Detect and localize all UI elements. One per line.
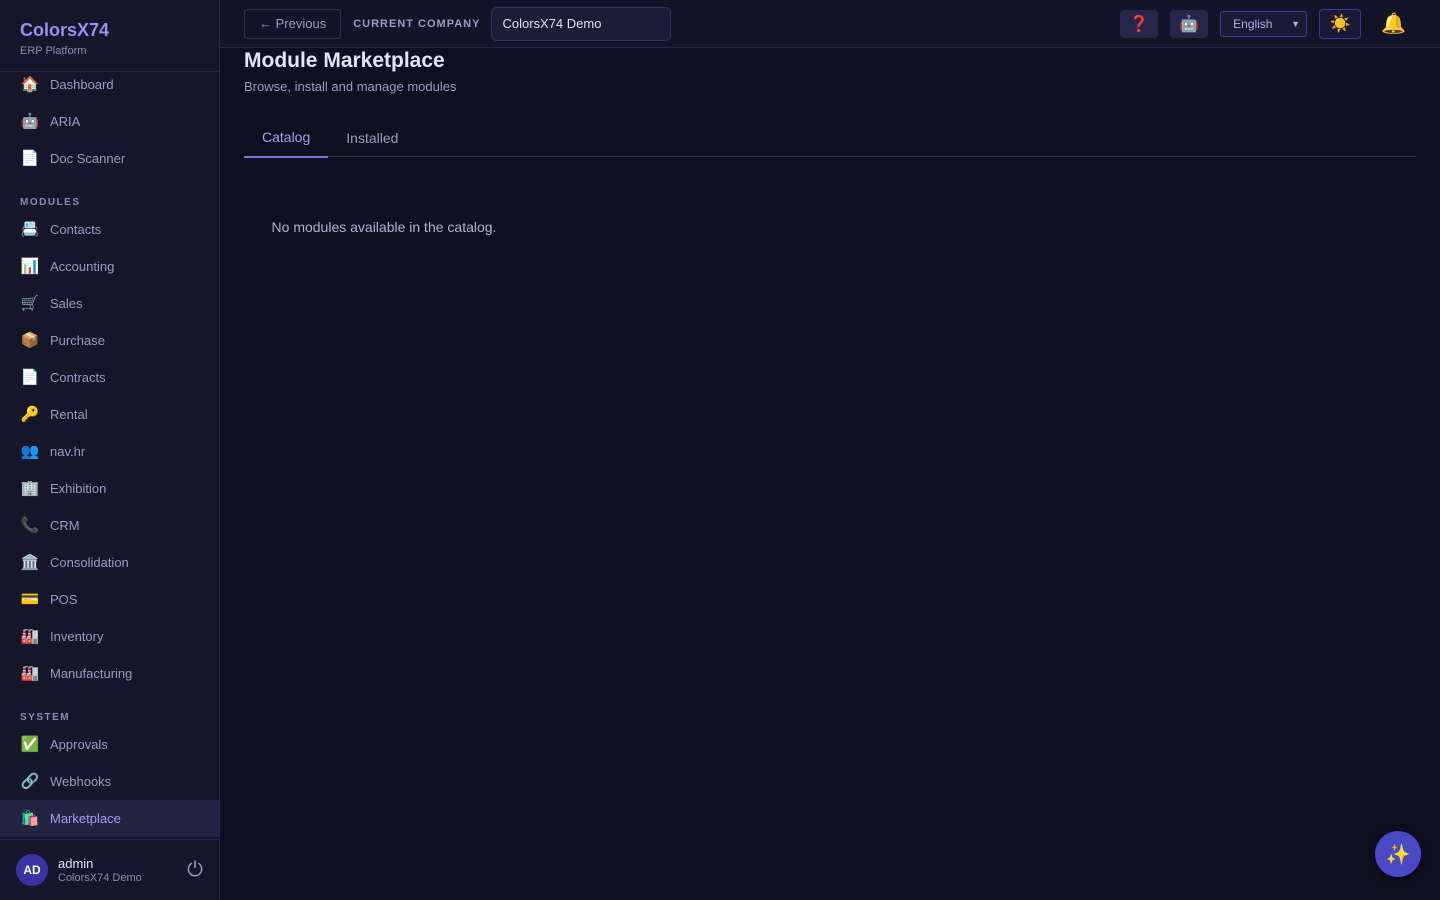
user-company: ColorsX74 Demo: [58, 872, 142, 884]
sidebar-item-label: POS: [50, 592, 78, 607]
sidebar-item-label: Doc Scanner: [50, 151, 126, 166]
sidebar-item-dashboard[interactable]: 🏠 Dashboard: [0, 72, 219, 103]
topbar: ← Previous CURRENT COMPANY ColorsX74 Dem…: [220, 0, 1440, 48]
sidebar-item-label: Contracts: [50, 370, 106, 385]
brand-name: ColorsX74: [20, 20, 110, 40]
sidebar-item-pos[interactable]: 💳 POS: [0, 581, 219, 618]
sidebar-item-label: Manufacturing: [50, 666, 133, 681]
document-icon: 📄: [20, 369, 40, 386]
help-button[interactable]: ❓: [1120, 9, 1159, 38]
sidebar-item-exhibition[interactable]: 🏢 Exhibition: [0, 470, 219, 507]
link-icon: 🔗: [20, 773, 40, 790]
avatar[interactable]: AD: [16, 854, 48, 886]
sidebar-item-purchase[interactable]: 📦 Purchase: [0, 322, 219, 359]
office-building-icon: 🏢: [20, 480, 40, 497]
language-select[interactable]: English ▼: [1220, 10, 1308, 37]
page-subtitle: Browse, install and manage modules: [244, 79, 457, 94]
home-icon: 🏠: [20, 76, 40, 93]
sidebar-item-label: Inventory: [50, 629, 104, 644]
sidebar-item-accounting[interactable]: 📊 Accounting: [0, 248, 219, 285]
sidebar-item-label: Rental: [50, 407, 88, 422]
sidebar-item-label: Purchase: [50, 333, 105, 348]
sidebar-item-label: Dashboard: [50, 77, 114, 92]
sidebar-item-label: Approvals: [50, 737, 108, 752]
sidebar-item-label: ARIA: [50, 114, 81, 129]
logout-icon[interactable]: ⏻: [187, 859, 203, 882]
sidebar-item-approvals[interactable]: ✅ Approvals: [0, 726, 219, 763]
sun-icon: ☀️: [1329, 13, 1351, 33]
assistant-button[interactable]: 🤖: [1170, 9, 1209, 38]
credit-card-icon: 💳: [20, 591, 40, 608]
sidebar-item-label: Exhibition: [50, 481, 107, 496]
user-name: admin: [58, 856, 94, 871]
sidebar-item-crm[interactable]: 📞 CRM: [0, 507, 219, 544]
sidebar-item-label: Sales: [50, 296, 83, 311]
sparkles-icon: ✨: [1385, 843, 1411, 866]
tab-installed[interactable]: Installed: [328, 118, 416, 157]
sidebar-item-contacts[interactable]: 📇 Contacts: [0, 211, 219, 248]
current-company-label: CURRENT COMPANY: [353, 17, 481, 30]
document-icon: 📄: [20, 150, 40, 167]
classical-building-icon: 🏛️: [20, 554, 40, 571]
sidebar-item-inventory[interactable]: 🏭 Inventory: [0, 618, 219, 655]
user-bar: AD admin ColorsX74 Demo ⏻: [0, 839, 219, 900]
sidebar-item-doc-scanner[interactable]: 📄 Doc Scanner: [0, 140, 219, 177]
section-label-system: SYSTEM: [20, 712, 71, 723]
bell-icon[interactable]: 🔔: [1381, 11, 1406, 36]
tab-bar: Catalog Installed: [244, 118, 1416, 158]
robot-icon: 🤖: [20, 113, 40, 130]
sidebar: ColorsX74 ERP Platform 🏠 Dashboard 🤖 ARIA 📄 D…: [0, 0, 220, 900]
chevron-down-icon: ▼: [1291, 18, 1301, 29]
robot-icon: 🤖: [1179, 15, 1200, 33]
ai-assistant-fab[interactable]: ✨: [1375, 831, 1421, 877]
sidebar-item-label: nav.hr: [50, 444, 86, 459]
theme-toggle-button[interactable]: ☀️: [1319, 8, 1362, 39]
factory-icon: 🏭: [20, 665, 40, 682]
sidebar-item-webhooks[interactable]: 🔗 Webhooks: [0, 763, 219, 800]
sidebar-item-label: CRM: [50, 518, 80, 533]
sidebar-item-label: Consolidation: [50, 555, 129, 570]
sidebar-item-label: Contacts: [50, 222, 102, 237]
sidebar-item-label: Marketplace: [50, 811, 121, 826]
sidebar-item-manufacturing[interactable]: 🏭 Manufacturing: [0, 655, 219, 692]
shopping-bags-icon: 🛍️: [20, 810, 40, 827]
key-icon: 🔑: [20, 406, 40, 423]
previous-button[interactable]: ← Previous: [244, 8, 342, 39]
people-icon: 👥: [20, 443, 40, 460]
sidebar-item-contracts[interactable]: 📄 Contracts: [0, 359, 219, 396]
check-icon: ✅: [20, 736, 40, 753]
tab-catalog[interactable]: Catalog: [244, 118, 329, 158]
sidebar-nav: 🏠 Dashboard 🤖 ARIA 📄 Doc Scanner MODULES 📇 Con…: [0, 72, 219, 839]
section-label-modules: MODULES: [20, 197, 81, 208]
sidebar-item-nav-hr[interactable]: 👥 nav.hr: [0, 433, 219, 470]
bar-chart-icon: 📊: [20, 258, 40, 275]
sidebar-item-aria[interactable]: 🤖 ARIA: [0, 103, 219, 140]
company-select[interactable]: ColorsX74 Demo: [491, 6, 672, 41]
user-meta: admin ColorsX74 Demo: [58, 856, 187, 884]
cart-icon: 🛒: [20, 295, 40, 312]
sidebar-item-rental[interactable]: 🔑 Rental: [0, 396, 219, 433]
main-content: Module Marketplace Browse, install and m…: [244, 48, 1416, 235]
factory-icon: 🏭: [20, 628, 40, 645]
card-index-icon: 📇: [20, 221, 40, 238]
phone-icon: 📞: [20, 517, 40, 534]
language-value: English: [1233, 16, 1273, 31]
question-icon: ❓: [1129, 15, 1150, 33]
brand: ColorsX74 ERP Platform: [0, 0, 219, 72]
sidebar-item-sales[interactable]: 🛒 Sales: [0, 285, 219, 322]
sidebar-item-label: Webhooks: [50, 774, 112, 789]
sidebar-item-consolidation[interactable]: 🏛️ Consolidation: [0, 544, 219, 581]
sidebar-item-marketplace[interactable]: 🛍️ Marketplace: [0, 800, 219, 837]
empty-state-message: No modules available in the catalog.: [271, 219, 497, 235]
package-icon: 📦: [20, 332, 40, 349]
page-title: Module Marketplace: [244, 49, 445, 72]
sidebar-item-label: Accounting: [50, 259, 115, 274]
brand-subtitle: ERP Platform: [20, 45, 87, 57]
